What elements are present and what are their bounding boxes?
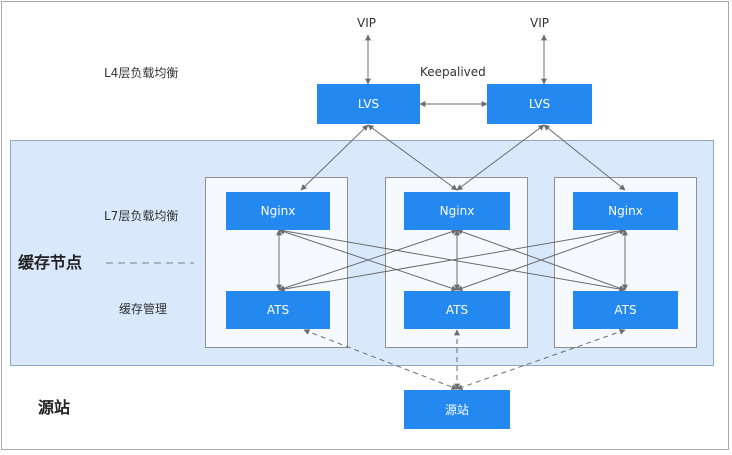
nginx-box-left: Nginx <box>226 192 330 230</box>
vip-label-left: VIP <box>357 16 376 30</box>
vip-label-right: VIP <box>530 16 549 30</box>
origin-title: 源站 <box>38 398 71 417</box>
architecture-diagram: VIP VIP Keepalived L4层负载均衡 LVS LVS L7层负载… <box>0 0 732 455</box>
keepalived-label: Keepalived <box>420 65 486 79</box>
l4-load-balancing-label: L4层负载均衡 <box>104 66 179 80</box>
ats-box-middle: ATS <box>404 291 510 329</box>
cache-management-label: 缓存管理 <box>119 302 168 316</box>
ats-box-right: ATS <box>573 291 678 329</box>
nginx-box-middle: Nginx <box>404 192 510 230</box>
lvs-box-left: LVS <box>317 84 420 124</box>
nginx-box-right: Nginx <box>573 192 678 230</box>
origin-box: 源站 <box>404 390 510 429</box>
lvs-box-right: LVS <box>487 84 592 124</box>
l7-load-balancing-label: L7层负载均衡 <box>104 209 179 223</box>
ats-box-left: ATS <box>226 291 330 329</box>
cache-node-title: 缓存节点 <box>18 253 83 272</box>
